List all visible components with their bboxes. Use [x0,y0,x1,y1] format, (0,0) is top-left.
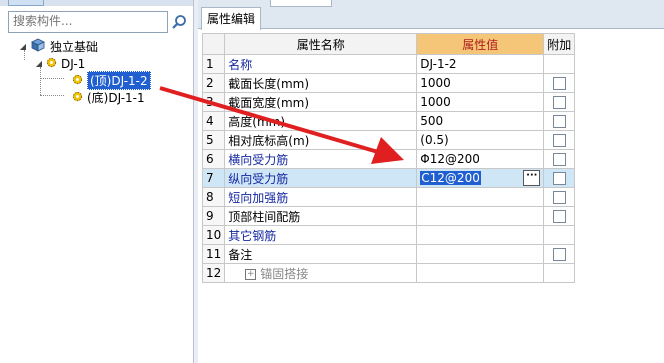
property-value-input[interactable]: C12@200 [420,171,481,185]
extra-checkbox[interactable] [552,134,566,147]
row-number: 10 [201,225,226,245]
gear-icon [72,74,83,88]
tree-node-root-label: 独立基础 [50,40,99,54]
table-row[interactable]: 2 截面长度(mm) 1000 [201,73,576,93]
row-number: 8 [201,187,226,207]
tree-node-bottom-label: (底)DJ-1-1 [87,91,145,105]
row-number: 9 [201,206,226,226]
property-name: 名称 [224,54,418,74]
gear-icon [46,57,57,71]
extra-checkbox[interactable] [552,210,566,223]
extra-checkbox[interactable] [552,172,566,185]
property-value[interactable]: 1000 [416,73,545,93]
property-pane: 属性编辑 属性名称 属性值 附加 1 名称 DJ-1-2 2 截面长度(mm) … [198,0,664,363]
ellipsis-button[interactable]: ··· [523,170,541,186]
property-name: 纵向受力筋 [224,168,418,188]
property-value[interactable] [416,225,545,245]
property-name: 相对底标高(m) [224,130,418,150]
row-number: 5 [201,130,226,150]
extra-cell [543,225,576,245]
table-row[interactable]: 8 短向加强筋 [201,187,576,207]
collapse-icon[interactable]: ◢ [18,42,28,51]
extra-checkbox[interactable] [552,77,566,90]
header-extra[interactable]: 附加 [543,33,576,55]
extra-checkbox[interactable] [552,96,566,109]
tree-node-top-label: (顶)DJ-1-2 [87,71,151,90]
toolbar-button-stub[interactable] [8,0,44,6]
property-name: 截面长度(mm) [224,73,418,93]
row-number: 12 [201,263,226,283]
search-field[interactable] [8,11,168,33]
property-value[interactable]: Φ12@200 [416,149,545,169]
grid-header-row: 属性名称 属性值 附加 [201,33,576,55]
tree-node-dj1[interactable]: ◢ DJ-1 [34,55,85,72]
table-row[interactable]: 1 名称 DJ-1-2 [201,54,576,74]
table-row[interactable]: 3 截面宽度(mm) 1000 [201,92,576,112]
property-name: 顶部柱间配筋 [224,206,418,226]
row-number: 3 [201,92,226,112]
table-row[interactable]: 5 相对底标高(m) (0.5) [201,130,576,150]
table-row[interactable]: 10 其它钢筋 [201,225,576,245]
table-row-active[interactable]: 7 纵向受力筋 C12@200 ··· [201,168,576,188]
property-value-editor[interactable]: C12@200 ··· [416,168,545,188]
header-value[interactable]: 属性值 [416,33,545,55]
property-value[interactable]: 500 [416,111,545,131]
extra-checkbox[interactable] [552,248,566,261]
table-row[interactable]: 9 顶部柱间配筋 [201,206,576,226]
tree-node-root[interactable]: ◢ 独立基础 [18,38,98,55]
table-row[interactable]: 11 备注 [201,244,576,264]
extra-checkbox[interactable] [552,115,566,128]
row-number: 4 [201,111,226,131]
header-name[interactable]: 属性名称 [224,33,418,55]
row-number: 6 [201,149,226,169]
table-row[interactable]: 12 + 锚固搭接 [201,263,576,283]
row-number: 7 [201,168,226,188]
tree-node-dj1-label: DJ-1 [61,56,86,71]
property-value[interactable]: (0.5) [416,130,545,150]
property-value[interactable] [416,244,545,264]
property-name: 短向加强筋 [224,187,418,207]
left-toolbar-strip [0,0,193,6]
property-value[interactable] [416,263,545,283]
foundation-icon [30,38,46,55]
toolbar-stub [270,0,332,7]
row-number: 11 [201,244,226,264]
property-value[interactable] [416,187,545,207]
property-name-group[interactable]: + 锚固搭接 [224,263,418,283]
search-icon[interactable] [168,11,190,33]
property-name: 横向受力筋 [224,149,418,169]
tree-node-bottom[interactable]: (底)DJ-1-1 [70,89,145,106]
gear-icon [72,91,83,105]
property-grid: 属性名称 属性值 附加 1 名称 DJ-1-2 2 截面长度(mm) 1000 … [201,33,576,283]
table-row[interactable]: 6 横向受力筋 Φ12@200 [201,149,576,169]
tab-property-edit[interactable]: 属性编辑 [201,7,262,30]
table-row[interactable]: 4 高度(mm) 500 [201,111,576,131]
tree-node-top-selected[interactable]: (顶)DJ-1-2 [70,71,151,90]
tab-strip: 属性编辑 [198,0,664,30]
property-value[interactable]: DJ-1-2 [416,54,545,74]
row-number: 2 [201,73,226,93]
search-input[interactable] [9,12,167,30]
property-name: 锚固搭接 [260,266,309,281]
extra-checkbox[interactable] [552,153,566,166]
property-name: 其它钢筋 [224,225,418,245]
expand-icon[interactable]: + [245,268,257,280]
property-name: 备注 [224,244,418,264]
collapse-icon[interactable]: ◢ [34,59,44,68]
row-number: 1 [201,54,226,74]
header-num [201,33,226,55]
extra-cell [543,263,576,283]
property-name: 截面宽度(mm) [224,92,418,112]
extra-checkbox[interactable] [552,191,566,204]
property-value[interactable] [416,206,545,226]
property-name: 高度(mm) [224,111,418,131]
extra-cell [543,54,576,74]
component-tree-pane: ◢ 独立基础 ◢ DJ-1 [0,0,194,363]
property-value[interactable]: 1000 [416,92,545,112]
